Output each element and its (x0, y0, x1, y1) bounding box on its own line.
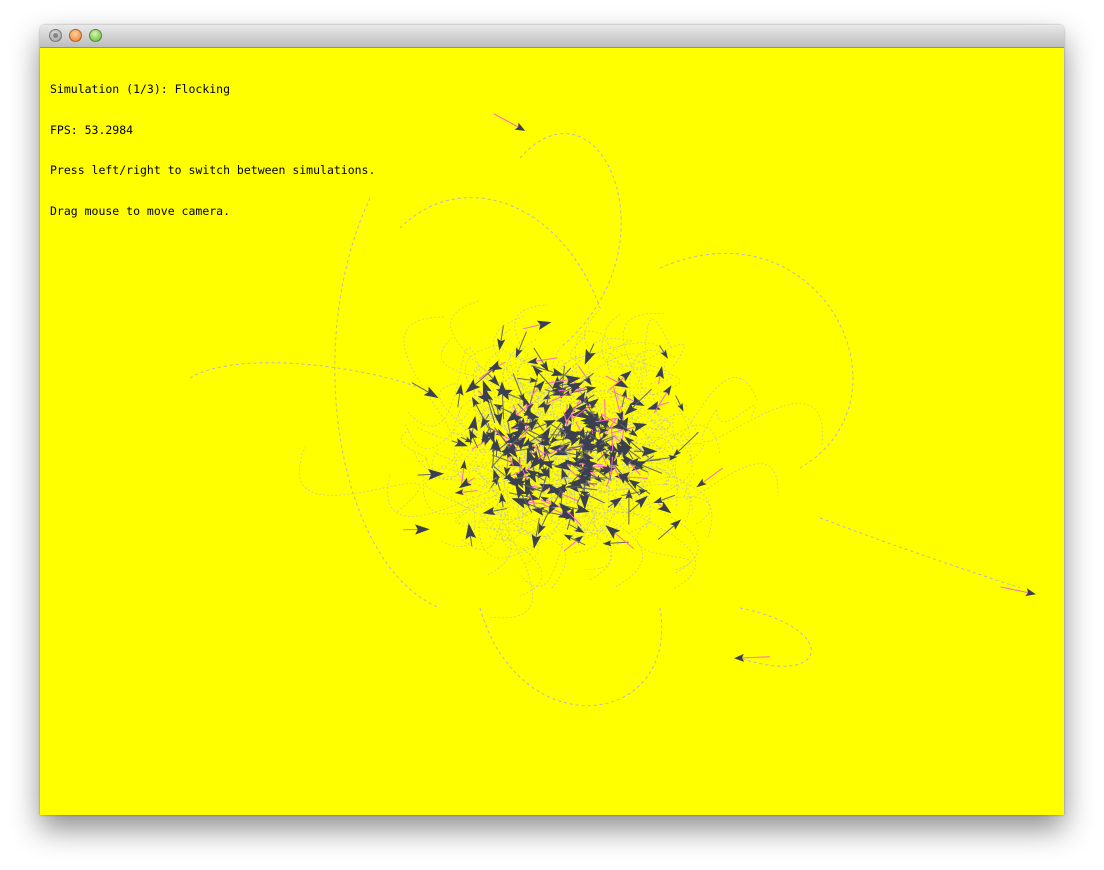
boid (659, 345, 668, 359)
boid (673, 431, 699, 457)
trail-path (621, 481, 699, 574)
boid (499, 492, 507, 508)
boid-body (423, 386, 439, 399)
trail-path (819, 517, 1021, 589)
trail-path (479, 607, 663, 707)
trail-path (399, 197, 601, 309)
velocity-line (675, 395, 682, 408)
trail-path (334, 197, 441, 609)
boid-body (677, 403, 684, 412)
boid-flock (403, 113, 1036, 662)
boid-body (467, 415, 478, 432)
boid-body (482, 506, 496, 516)
velocity-line (512, 373, 523, 398)
boid-body (527, 357, 539, 365)
trail-path (520, 531, 576, 587)
trail-path (480, 513, 543, 597)
boid-body (514, 122, 526, 131)
fps-readout: FPS: 53.2984 (50, 122, 134, 137)
boid (563, 534, 586, 546)
boid-body (1025, 588, 1036, 597)
velocity-line (533, 357, 558, 362)
boid-body (696, 478, 707, 488)
trail-path (572, 353, 647, 381)
velocity-line (613, 387, 622, 416)
simulation-canvas[interactable]: Simulation (1/3): Flocking FPS: 53.2984 … (40, 48, 1064, 815)
boid (455, 383, 464, 408)
trail-path (519, 133, 622, 349)
trail-path (636, 523, 692, 571)
trail-path (441, 467, 489, 548)
boid-body (613, 377, 629, 388)
boid (532, 365, 555, 391)
boid (458, 477, 475, 489)
velocity-line (657, 523, 677, 540)
boid (605, 525, 635, 549)
trail-path (400, 430, 428, 462)
boid-body (662, 385, 672, 396)
close-icon[interactable] (49, 29, 62, 42)
hud-overlay: Simulation (1/3): Flocking FPS: 53.2984 … (50, 56, 375, 245)
boid-body (628, 428, 638, 437)
boid (647, 401, 669, 410)
trail-path (298, 444, 421, 513)
boid-body (465, 378, 481, 393)
boid-body (653, 496, 664, 504)
boid (611, 390, 645, 406)
boid-body (471, 396, 480, 408)
velocity-line (561, 365, 565, 391)
boid (657, 519, 682, 540)
boid-body (605, 525, 621, 539)
velocity-line (701, 467, 723, 485)
boid (696, 467, 723, 488)
trail-path (457, 502, 567, 589)
boid (653, 385, 672, 414)
velocity-line (460, 490, 478, 493)
simulation-title: Simulation (1/3): Flocking (50, 82, 231, 96)
zoom-icon[interactable] (89, 29, 102, 42)
boid (417, 469, 445, 480)
app-window: Simulation (1/3): Flocking FPS: 53.2984 … (40, 25, 1064, 815)
velocity-line (1000, 586, 1031, 594)
boid (497, 325, 506, 351)
minimize-icon[interactable] (69, 29, 82, 42)
velocity-line (612, 530, 635, 549)
trail-path (439, 383, 469, 436)
switch-hint: Press left/right to switch between simul… (50, 163, 376, 177)
trail-path (672, 376, 758, 441)
boid-body (584, 348, 596, 365)
camera-hint: Drag mouse to move camera. (50, 203, 231, 218)
title-bar[interactable] (40, 25, 1064, 48)
trail-path (702, 403, 823, 447)
velocity-line (411, 382, 432, 395)
velocity-line (471, 440, 487, 450)
boid (411, 382, 439, 399)
velocity-line (653, 390, 669, 414)
boid (493, 113, 526, 131)
boid (734, 653, 770, 662)
trail-path (716, 405, 756, 422)
boid-body (465, 523, 477, 540)
trail-path (684, 463, 779, 500)
trail-path (403, 316, 452, 440)
trail-path (189, 362, 421, 389)
boid (482, 506, 507, 516)
boid (1000, 586, 1036, 597)
boid (523, 320, 552, 331)
trail-path (405, 388, 492, 449)
boid (403, 524, 430, 535)
boid-body (536, 320, 552, 331)
boid-body (657, 501, 672, 514)
boid-body (455, 383, 464, 396)
trail-path (412, 409, 493, 472)
trail-path (581, 368, 642, 397)
boid (527, 357, 558, 365)
velocity-line (739, 656, 770, 659)
velocity-line (493, 113, 521, 129)
boid-body (660, 349, 668, 359)
trail-path (440, 366, 502, 473)
